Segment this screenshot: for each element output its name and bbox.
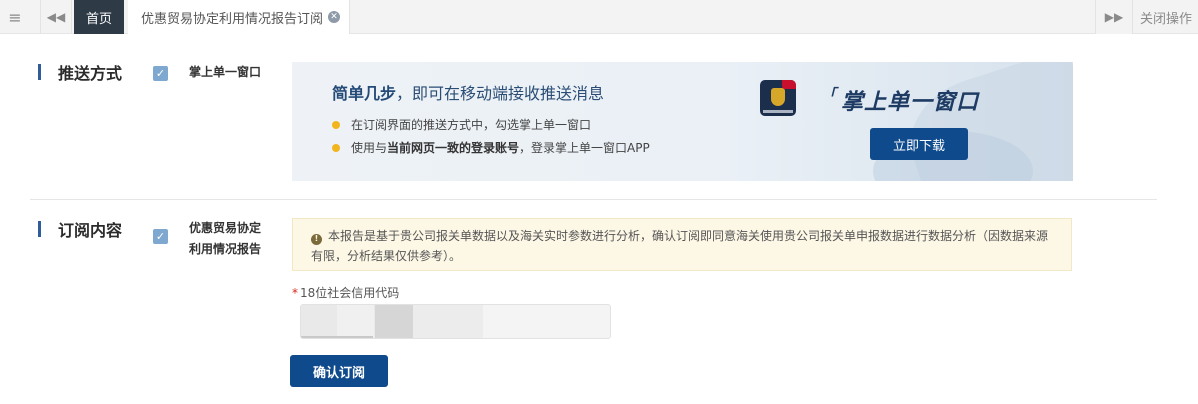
- close-icon[interactable]: ✕: [328, 11, 341, 23]
- tab-home[interactable]: 首页: [74, 0, 124, 34]
- redacted-value: [337, 305, 374, 338]
- section-marker: [38, 221, 41, 237]
- banner-step-2-bold: 当前网页一致的登录账号: [387, 141, 520, 155]
- banner-step-2-pre: 使用与: [351, 141, 388, 155]
- bullet-icon: [332, 143, 340, 152]
- tab-report-label: 优惠贸易协定利用情况报告订阅: [141, 11, 324, 27]
- new-badge-icon: [782, 80, 796, 89]
- push-mobile-window-label: 掌上单一窗口: [189, 65, 262, 79]
- credit-code-input[interactable]: [300, 304, 611, 339]
- push-mobile-window-checkbox[interactable]: ✓: [153, 66, 168, 81]
- subscription-title: 订阅内容: [38, 217, 122, 241]
- confirm-subscription-button[interactable]: 确认订阅: [290, 355, 388, 387]
- brand-title-text: 掌上单一窗口: [841, 89, 980, 115]
- logo-caption: [763, 110, 793, 113]
- banner-step-1-text: 在订阅界面的推送方式中，勾选掌上单一窗口: [351, 118, 592, 132]
- credit-code-label-text: 18位社会信用代码: [300, 286, 400, 300]
- banner-step-2-post: ，登录掌上单一窗口APP: [519, 141, 650, 155]
- push-method-title: 推送方式: [38, 60, 122, 84]
- download-now-button[interactable]: 立即下载: [870, 128, 968, 160]
- push-method-title-text: 推送方式: [58, 64, 123, 83]
- subscription-title-text: 订阅内容: [58, 221, 123, 240]
- redacted-value: [375, 305, 413, 338]
- double-chevron-left-icon[interactable]: ◀◀: [40, 0, 72, 34]
- tab-bar: ≡ ◀◀ 首页 优惠贸易协定利用情况报告订阅 ✕ ▶▶ 关闭操作: [0, 0, 1198, 34]
- tab-report-subscription[interactable]: 优惠贸易协定利用情况报告订阅 ✕: [128, 0, 350, 34]
- input-underline: [301, 336, 373, 338]
- subscription-report-checkbox[interactable]: ✓: [153, 229, 168, 244]
- banner-title: 简单几步，即可在移动端接收推送消息: [332, 80, 604, 104]
- redacted-value: [413, 305, 483, 338]
- tab-home-label: 首页: [85, 11, 112, 27]
- banner-step-1: 在订阅界面的推送方式中，勾选掌上单一窗口: [332, 116, 591, 133]
- section-marker: [38, 64, 41, 80]
- menu-icon[interactable]: ≡: [0, 0, 30, 34]
- section-divider: [30, 199, 1157, 200]
- credit-code-label: * 18位社会信用代码: [292, 284, 399, 301]
- notice-box: ! 本报告是基于贵公司报关单数据以及海关实时参数进行分析，确认订阅即同意海关使用贵…: [292, 218, 1072, 271]
- app-logo-icon: [760, 80, 796, 116]
- subscription-report-label-line1: 优惠贸易协定: [189, 221, 262, 235]
- subscription-report-label-line2: 利用情况报告: [189, 242, 262, 256]
- promo-banner: 简单几步，即可在移动端接收推送消息 在订阅界面的推送方式中，勾选掌上单一窗口 使…: [292, 62, 1073, 181]
- banner-title-rest: ，即可在移动端接收推送消息: [396, 84, 605, 103]
- emblem-icon: [771, 88, 785, 106]
- double-chevron-right-icon[interactable]: ▶▶: [1095, 0, 1133, 34]
- banner-title-bold: 简单几步: [332, 84, 397, 103]
- info-icon: !: [311, 233, 322, 245]
- required-mark: *: [292, 286, 298, 300]
- quote-mark-icon: 「: [822, 87, 837, 103]
- notice-text: 本报告是基于贵公司报关单数据以及海关实时参数进行分析，确认订阅即同意海关使用贵公…: [311, 229, 1049, 263]
- banner-step-2: 使用与 当前网页一致的登录账号 ，登录掌上单一窗口APP: [332, 139, 650, 156]
- brand-title: 「掌上单一窗口: [822, 84, 979, 116]
- close-operations-button[interactable]: 关闭操作: [1140, 0, 1192, 34]
- bullet-icon: [332, 120, 340, 129]
- subscription-report-label: 优惠贸易协定 利用情况报告: [189, 218, 261, 260]
